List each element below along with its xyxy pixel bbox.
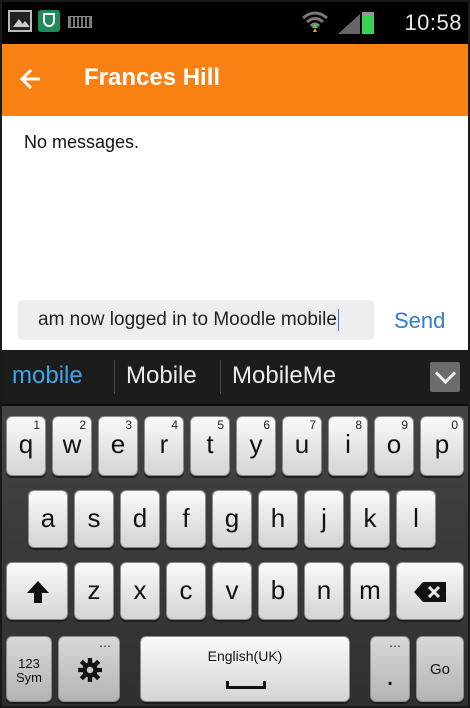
period-key[interactable]: ⋯ . — [370, 636, 410, 702]
symbols-key-label-2: Sym — [16, 670, 42, 685]
status-time: 10:58 — [404, 10, 462, 35]
soft-keyboard: 1q 2w 3e 4r 5t 6y 7u 8i 9o 0p a s d f g … — [2, 406, 468, 706]
key-label: k — [363, 503, 377, 533]
key-c[interactable]: c — [166, 562, 206, 620]
key-label: b — [270, 575, 286, 605]
key-label: j — [321, 503, 327, 533]
expand-suggestions-icon[interactable] — [430, 362, 460, 392]
key-label: d — [132, 503, 148, 533]
suggestion-1[interactable]: mobile — [12, 362, 83, 390]
key-label: q — [18, 429, 34, 459]
compose-bar: am now logged in to Moodle mobile Send — [2, 292, 468, 350]
key-n[interactable]: n — [304, 562, 344, 620]
key-label: g — [224, 503, 240, 533]
empty-messages-text: No messages. — [24, 132, 140, 152]
key-j[interactable]: j — [304, 490, 344, 548]
settings-key[interactable]: ⋯ — [58, 636, 120, 702]
key-r[interactable]: 4r — [144, 416, 184, 476]
key-label: o — [386, 429, 402, 459]
space-bar-icon — [226, 681, 266, 689]
key-label: n — [316, 575, 332, 605]
gallery-notification-icon — [8, 10, 32, 32]
key-o[interactable]: 9o — [374, 416, 414, 476]
settings-more-dots: ⋯ — [99, 639, 111, 653]
key-v[interactable]: v — [212, 562, 252, 620]
messages-area: No messages. — [2, 116, 468, 292]
key-q[interactable]: 1q — [6, 416, 46, 476]
space-key-language: English(UK) — [207, 648, 283, 664]
backspace-icon — [414, 582, 446, 602]
period-key-label: . — [385, 659, 395, 692]
key-s[interactable]: s — [74, 490, 114, 548]
suggestion-divider — [220, 360, 221, 394]
key-t[interactable]: 5t — [190, 416, 230, 476]
key-l[interactable]: l — [396, 490, 436, 548]
status-bar: 10:58 — [2, 2, 468, 44]
phone-screen: 10:58 Frances Hill No messages. am now l… — [0, 0, 470, 708]
key-label: u — [294, 429, 310, 459]
key-g[interactable]: g — [212, 490, 252, 548]
key-label: x — [133, 575, 147, 605]
key-d[interactable]: d — [120, 490, 160, 548]
signal-strength-icon — [338, 14, 360, 34]
key-w[interactable]: 2w — [52, 416, 92, 476]
message-input-value: am now logged in to Moodle mobile — [38, 309, 337, 330]
key-label: p — [434, 429, 450, 459]
conversation-title: Frances Hill — [84, 64, 221, 91]
key-f[interactable]: f — [166, 490, 206, 548]
key-e[interactable]: 3e — [98, 416, 138, 476]
key-label: y — [249, 429, 263, 459]
key-label: z — [87, 575, 101, 605]
shift-arrow-icon — [27, 581, 49, 603]
suggestion-divider — [114, 360, 115, 394]
key-label: t — [206, 429, 214, 459]
key-label: h — [270, 503, 286, 533]
key-m[interactable]: m — [350, 562, 390, 620]
period-more-dots: ⋯ — [389, 639, 401, 653]
key-label: i — [345, 429, 351, 459]
shield-notification-icon — [38, 10, 60, 32]
key-i[interactable]: 8i — [328, 416, 368, 476]
send-button[interactable]: Send — [394, 308, 445, 334]
key-b[interactable]: b — [258, 562, 298, 620]
wifi-icon — [302, 11, 328, 32]
key-label: m — [359, 575, 381, 605]
message-input[interactable]: am now logged in to Moodle mobile — [18, 300, 374, 340]
key-label: c — [179, 575, 193, 605]
go-key-label: Go — [429, 661, 450, 678]
key-label: a — [40, 503, 56, 533]
key-z[interactable]: z — [74, 562, 114, 620]
symbols-key-label-1: 123 — [18, 656, 40, 671]
key-p[interactable]: 0p — [420, 416, 464, 476]
space-key[interactable]: English(UK) — [140, 636, 350, 702]
key-x[interactable]: x — [120, 562, 160, 620]
keyboard-notification-icon — [68, 16, 92, 28]
shift-key[interactable] — [6, 562, 68, 620]
key-label: r — [159, 429, 169, 459]
app-header: Frances Hill — [2, 44, 468, 116]
key-label: e — [110, 429, 126, 459]
key-label: w — [62, 429, 82, 459]
suggestion-bar: mobile Mobile MobileMe — [2, 350, 468, 406]
key-u[interactable]: 7u — [282, 416, 322, 476]
key-a[interactable]: a — [28, 490, 68, 548]
key-label: f — [182, 503, 190, 533]
battery-icon — [362, 12, 374, 34]
suggestion-3[interactable]: MobileMe — [232, 362, 336, 390]
key-label: v — [225, 575, 239, 605]
key-h[interactable]: h — [258, 490, 298, 548]
suggestion-2[interactable]: Mobile — [126, 362, 197, 390]
symbols-key[interactable]: 123 Sym — [6, 636, 52, 702]
key-label: l — [413, 503, 419, 533]
key-k[interactable]: k — [350, 490, 390, 548]
back-arrow-icon[interactable] — [20, 68, 42, 90]
go-key[interactable]: Go — [416, 636, 464, 702]
gear-icon — [78, 658, 102, 682]
key-label: s — [87, 503, 101, 533]
key-y[interactable]: 6y — [236, 416, 276, 476]
backspace-key[interactable] — [396, 562, 464, 620]
